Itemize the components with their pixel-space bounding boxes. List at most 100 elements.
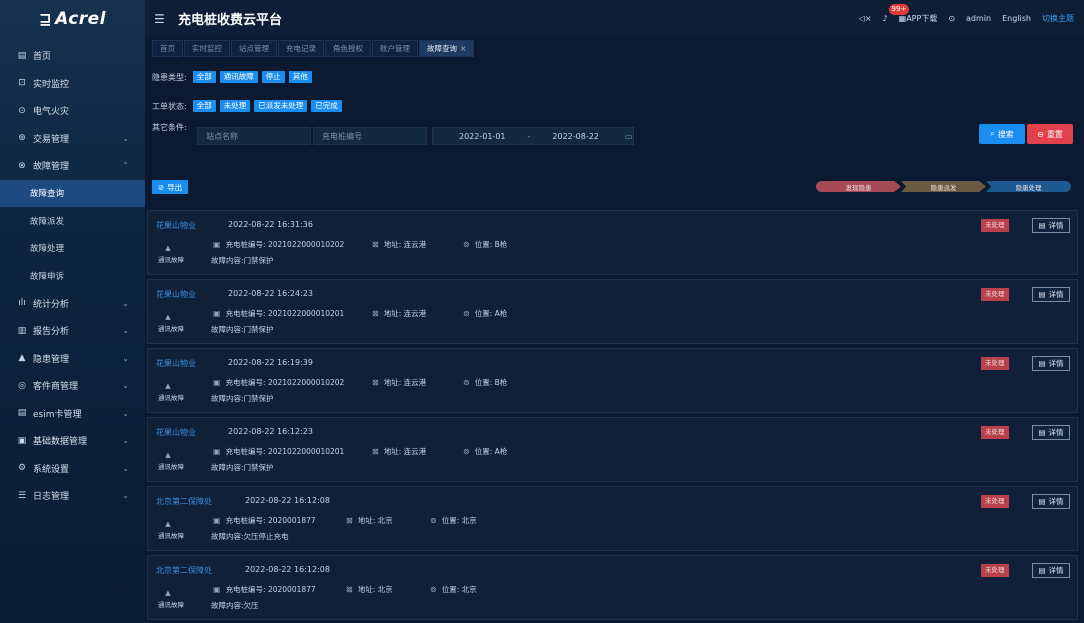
pile-number-text: 充电桩编号: 2020001877: [225, 585, 316, 594]
tab-2[interactable]: 站点管理: [231, 40, 277, 57]
sidebar-item-8[interactable]: 故障申诉: [0, 262, 145, 290]
pile-icon: ▣: [213, 309, 221, 318]
agent-icon: ◎: [18, 380, 26, 391]
fault-type-icon: ▲: [165, 589, 171, 597]
sidebar: ⊒ Acrel ▤ 首页 ⊡ 实时监控 ⊙ 电气火灾 ⊛ 交易管理 ⌄ ⊗ 故障管理 ⌃ 故障查询 故障派发…: [0, 0, 145, 623]
language-switch[interactable]: English: [1002, 14, 1031, 23]
chevron-down-icon: ⌄: [122, 463, 129, 473]
pile-number-input[interactable]: 充电桩编号: [313, 127, 427, 145]
detail-button[interactable]: ▤ 详情: [1032, 356, 1070, 371]
tab-label: 充电记录: [286, 44, 316, 53]
step-1: 隐患派发: [901, 181, 986, 192]
status-badge: 未处理: [981, 219, 1009, 232]
tab-0[interactable]: 首页: [152, 40, 183, 57]
sidebar-item-15[interactable]: ⚙ 系统设置 ⌄: [0, 455, 145, 483]
user-name[interactable]: admin: [966, 14, 991, 23]
address: ⊠ 地址: 连云港: [372, 446, 426, 457]
sidebar-item-2[interactable]: ⊙ 电气火灾: [0, 97, 145, 125]
sidebar-item-7[interactable]: 故障处理: [0, 235, 145, 263]
site-name[interactable]: 北京第二保障处: [156, 496, 212, 507]
mute-icon[interactable]: ◁×: [859, 14, 872, 23]
sidebar-item-14[interactable]: ▣ 基础数据管理 ⌄: [0, 427, 145, 455]
date-range-picker[interactable]: 2022-01-01 - 2022-08-22 ▭: [432, 127, 634, 145]
sidebar-item-5[interactable]: 故障查询: [0, 179, 145, 207]
fault-content: 故障内容:欠压: [211, 601, 259, 610]
hazard-type-chip[interactable]: 通讯故障: [219, 71, 258, 83]
tab-3[interactable]: 充电记录: [278, 40, 324, 57]
app-download-label: APP下载: [906, 14, 938, 23]
status-badge: 未处理: [981, 288, 1009, 301]
notification-bell[interactable]: ♪ 99+: [882, 4, 910, 23]
detail-label: 详情: [1048, 359, 1064, 368]
detail-button[interactable]: ▤ 详情: [1032, 287, 1070, 302]
report-icon: ▥: [17, 325, 27, 336]
search-button[interactable]: ⌕ 搜索: [979, 124, 1025, 144]
tab-5[interactable]: 账户管理: [372, 40, 418, 57]
detail-button[interactable]: ▤ 详情: [1032, 425, 1070, 440]
hazard-type-chip[interactable]: 停止: [261, 71, 285, 83]
order-status-chip[interactable]: 已完成: [311, 100, 342, 112]
detail-button[interactable]: ▤ 详情: [1032, 563, 1070, 578]
hazard-type-chip[interactable]: 全部: [192, 71, 216, 83]
sidebar-item-13[interactable]: ▤ esim卡管理 ⌄: [0, 400, 145, 428]
sidebar-item-label: 报告分析: [33, 327, 70, 338]
database-icon: ▣: [17, 435, 27, 446]
fault-type: 通讯故障: [158, 532, 184, 540]
bell-icon: ♪: [882, 14, 888, 23]
switch-theme-link[interactable]: 切换主题: [1042, 13, 1074, 24]
sidebar-item-9[interactable]: ılı 统计分析 ⌄: [0, 290, 145, 318]
sidebar-item-label: 首页: [33, 52, 52, 63]
tab-1[interactable]: 实时监控: [184, 40, 230, 57]
hazard-type-filter: 隐患类型: 全部 通讯故障 停止 其他: [152, 71, 312, 83]
detail-label: 详情: [1048, 290, 1064, 299]
detail-button[interactable]: ▤ 详情: [1032, 494, 1070, 509]
reset-button[interactable]: ⊖ 重置: [1027, 124, 1073, 144]
fault-type: 通讯故障: [158, 394, 184, 402]
date-start: 2022-01-01: [459, 131, 506, 141]
status-badge: 未处理: [981, 426, 1009, 439]
help-icon[interactable]: ⊙: [948, 14, 955, 23]
order-status-chip[interactable]: 已派发未处理: [254, 100, 308, 112]
record-card: 花果山物业 2022-08-22 16:19:39 ▲ 通讯故障 ▣ 充电桩编号: 202…: [147, 348, 1078, 413]
detail-label: 详情: [1048, 221, 1064, 230]
position-icon: ⊚: [463, 447, 470, 456]
address-text: 地址: 连云港: [383, 378, 427, 387]
sidebar-item-11[interactable]: ▲ 隐患管理 ⌄: [0, 345, 145, 373]
hazard-type-chip[interactable]: 其他: [288, 71, 312, 83]
site-name[interactable]: 花果山物业: [156, 427, 196, 438]
fault-content: 故障内容:门禁保护: [211, 256, 274, 265]
close-icon[interactable]: ×: [460, 44, 466, 53]
step-2: 隐患处理: [986, 181, 1071, 192]
export-button[interactable]: ⊘ 导出: [152, 180, 188, 194]
site-name[interactable]: 花果山物业: [156, 289, 196, 300]
site-name[interactable]: 花果山物业: [156, 358, 196, 369]
site-name[interactable]: 花果山物业: [156, 220, 196, 231]
position-text: 位置: A枪: [474, 447, 508, 456]
sidebar-item-3[interactable]: ⊛ 交易管理 ⌄: [0, 125, 145, 153]
pile-icon: ▣: [213, 378, 221, 387]
order-status-chip[interactable]: 未处理: [219, 100, 251, 112]
sidebar-item-16[interactable]: ☰ 日志管理 ⌄: [0, 482, 145, 510]
status-badge: 未处理: [981, 357, 1009, 370]
site-name-input[interactable]: 站点名称: [197, 127, 311, 145]
sidebar-item-12[interactable]: ◎ 客件商管理 ⌄: [0, 372, 145, 400]
fault-time: 2022-08-22 16:24:23: [228, 289, 313, 298]
sidebar-item-6[interactable]: 故障派发: [0, 207, 145, 235]
menu-toggle-icon[interactable]: ☰: [154, 12, 168, 26]
tab-4[interactable]: 角色授权: [325, 40, 371, 57]
hazard-type-chips: 全部 通讯故障 停止 其他: [189, 71, 312, 83]
detail-icon: ▤: [1038, 290, 1046, 299]
site-name[interactable]: 北京第二保障处: [156, 565, 212, 576]
address: ⊠ 地址: 连云港: [372, 308, 426, 319]
sidebar-item-0[interactable]: ▤ 首页: [0, 42, 145, 70]
sidebar-item-4[interactable]: ⊗ 故障管理 ⌃: [0, 152, 145, 180]
sidebar-item-1[interactable]: ⊡ 实时监控: [0, 70, 145, 98]
tab-label: 实时监控: [192, 44, 222, 53]
tab-6[interactable]: 故障查询 ×: [419, 40, 475, 57]
position-text: 位置: 北京: [441, 516, 477, 525]
address-icon: ⊠: [346, 516, 353, 525]
order-status-chip[interactable]: 全部: [192, 100, 216, 112]
detail-button[interactable]: ▤ 详情: [1032, 218, 1070, 233]
sidebar-item-10[interactable]: ▥ 报告分析 ⌄: [0, 317, 145, 345]
position: ⊚ 位置: B枪: [463, 239, 507, 250]
